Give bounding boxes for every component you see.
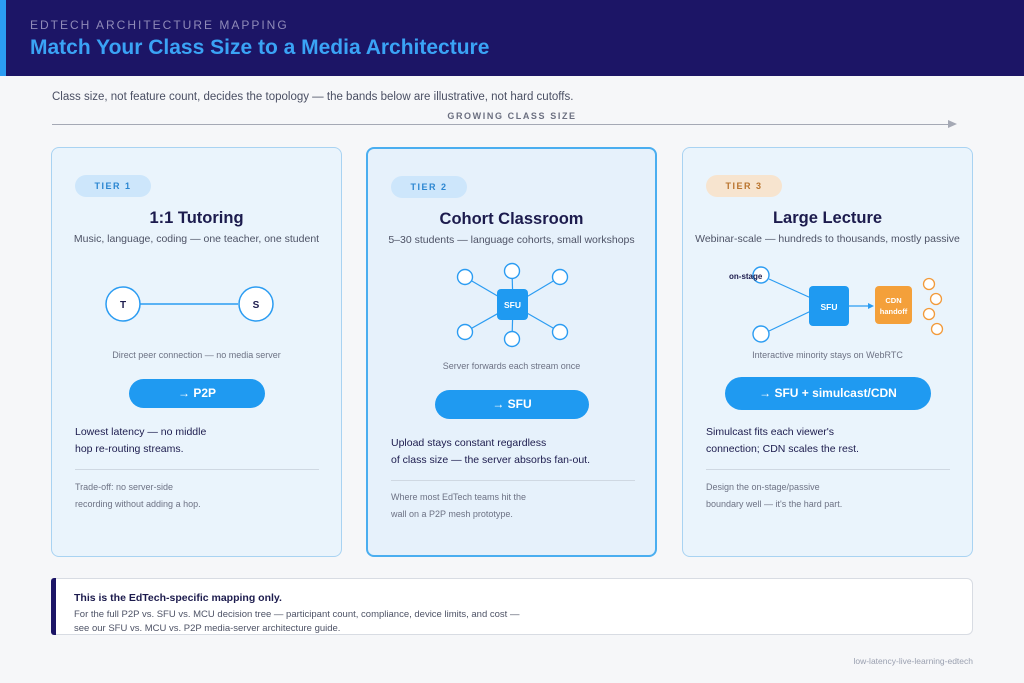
tier-1-caption: Direct peer connection — no media server xyxy=(112,350,281,360)
sfu-star-diagram: SFU xyxy=(456,262,569,348)
passive-viewer-node xyxy=(929,292,943,306)
passive-viewer-node xyxy=(922,307,936,321)
cdn-handoff-box xyxy=(875,286,912,324)
header-banner: EDTECH ARCHITECTURE MAPPING Match Your C… xyxy=(0,0,1024,76)
tier-3-description-line: Simulcast fits each viewer's xyxy=(706,426,835,438)
tier-2-note-line: wall on a P2P mesh prototype. xyxy=(391,509,513,519)
axis-label: GROWING CLASS SIZE xyxy=(447,111,577,121)
teacher-node-label: T xyxy=(120,300,126,311)
tier-1-note-line: recording without adding a hop. xyxy=(75,499,201,509)
footer-slug: low-latency-live-learning-edtech xyxy=(853,656,973,666)
cdn-label: CDN xyxy=(885,296,901,305)
sfu-simulcast-cdn-button[interactable]: → SFU + simulcast/CDN xyxy=(725,377,931,410)
onstage-link xyxy=(768,278,812,299)
sfu-cdn-diagram: on-stage SFU CDN handoff xyxy=(729,266,944,343)
tier-3-note-line: boundary well — it's the hard part. xyxy=(706,499,843,509)
sfu-hub-label: SFU xyxy=(504,300,521,310)
student-node-label: S xyxy=(253,300,260,311)
tier-2-description: Upload stays constant regardless of clas… xyxy=(391,435,641,469)
tier-2-note: Where most EdTech teams hit the wall on … xyxy=(391,489,631,523)
passive-viewer-node xyxy=(930,322,944,336)
axis-line xyxy=(52,124,950,125)
tier-2-description-line: Upload stays constant regardless xyxy=(391,437,547,449)
header-accent-bar xyxy=(0,0,6,76)
sfu-button[interactable]: → SFU xyxy=(435,390,589,419)
tier-3-description-line: connection; CDN scales the rest. xyxy=(706,443,859,455)
tier-1-divider xyxy=(75,469,319,470)
page-title: Match Your Class Size to a Media Archite… xyxy=(30,36,490,59)
participant-node xyxy=(503,262,521,280)
tier-2-note-line: Where most EdTech teams hit the xyxy=(391,492,527,502)
participant-node xyxy=(551,268,569,286)
tier-1-description: Lowest latency — no middle hop re-routin… xyxy=(75,424,315,458)
intro-subtitle: Class size, not feature count, decides t… xyxy=(52,91,574,103)
sfu-hub-label: SFU xyxy=(821,302,838,312)
tier-1-note-line: Trade-off: no server-side xyxy=(75,482,174,492)
callout-title: This is the EdTech-specific mapping only… xyxy=(74,592,282,604)
tier-2-divider xyxy=(391,480,635,481)
participant-node xyxy=(456,268,474,286)
eyebrow-label: EDTECH ARCHITECTURE MAPPING xyxy=(30,18,289,32)
tier-1-description-line: Lowest latency — no middle xyxy=(75,426,207,438)
axis-arrow-icon xyxy=(948,120,957,128)
tier-3-divider xyxy=(706,469,950,470)
cdn-handoff-label: handoff xyxy=(880,307,908,316)
p2p-button[interactable]: → P2P xyxy=(129,379,265,408)
tier-2-caption: Server forwards each stream once xyxy=(442,361,581,371)
callout-text: For the full P2P vs. SFU vs. MCU decisio… xyxy=(74,608,634,636)
callout-text-line: For the full P2P vs. SFU vs. MCU decisio… xyxy=(74,609,520,620)
tier-2-description-line: of class size — the server absorbs fan-o… xyxy=(391,454,591,466)
p2p-diagram: T S xyxy=(105,286,274,322)
tier-2-card: TIER 2 Cohort Classroom 5–30 students — … xyxy=(366,147,657,557)
participant-node xyxy=(503,330,521,348)
tier-3-card: TIER 3 Large Lecture Webinar-scale — hun… xyxy=(682,147,973,557)
tier-3-caption: Interactive minority stays on WebRTC xyxy=(752,350,903,360)
tier-3-note: Design the on-stage/passive boundary wel… xyxy=(706,479,946,513)
tier-3-note-line: Design the on-stage/passive xyxy=(706,482,820,492)
onstage-node xyxy=(752,325,770,343)
onstage-label: on-stage xyxy=(729,272,763,281)
callout-accent-bar xyxy=(51,578,56,635)
sfu-to-cdn-arrow-icon xyxy=(868,303,874,309)
tier-1-card: TIER 1 1:1 Tutoring Music, language, cod… xyxy=(51,147,342,557)
onstage-link xyxy=(768,310,812,332)
passive-viewer-node xyxy=(922,277,936,291)
tier-1-note: Trade-off: no server-side recording with… xyxy=(75,479,315,513)
scope-callout: This is the EdTech-specific mapping only… xyxy=(51,578,973,635)
callout-link-text[interactable]: see our SFU vs. MCU vs. P2P media-server… xyxy=(74,622,634,636)
tier-3-description: Simulcast fits each viewer's connection;… xyxy=(706,424,956,458)
tier-1-description-line: hop re-routing streams. xyxy=(75,443,184,455)
participant-node xyxy=(456,323,474,341)
participant-node xyxy=(551,323,569,341)
